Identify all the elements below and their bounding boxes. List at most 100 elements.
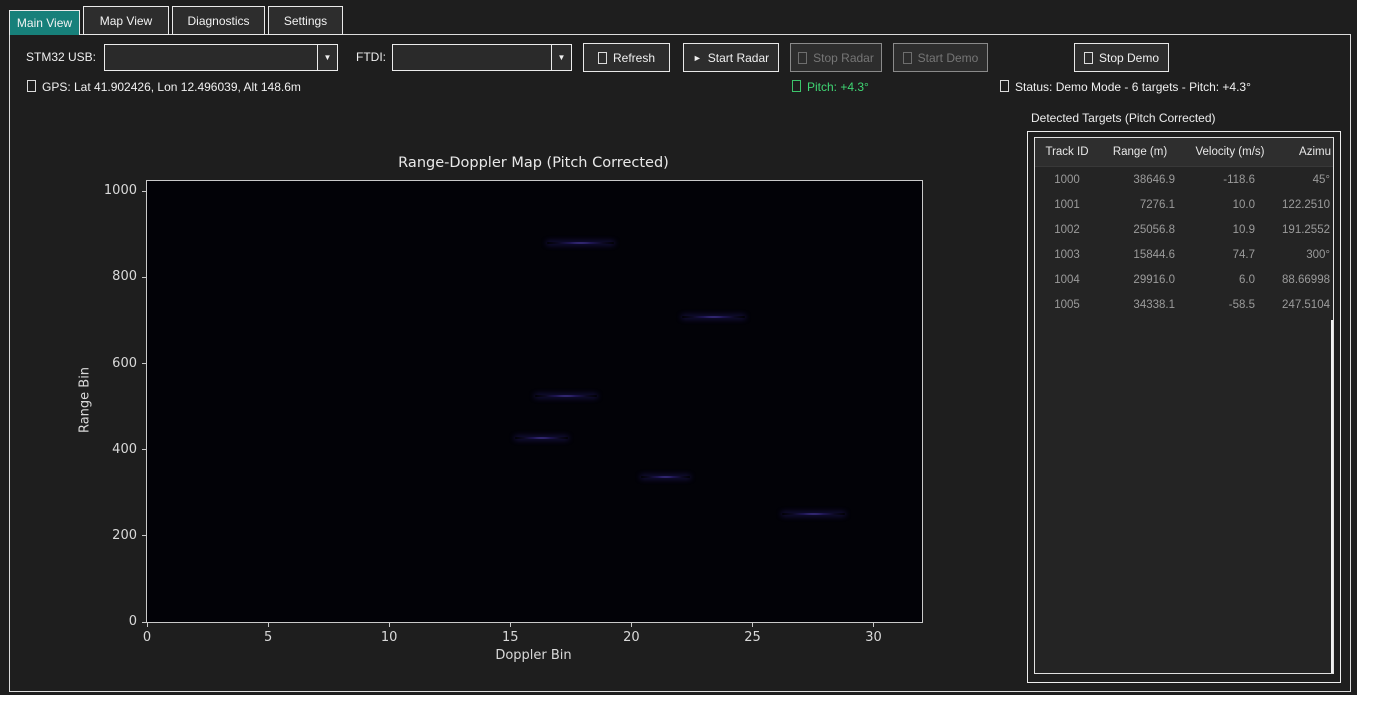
table-scrollbar[interactable]: [1331, 320, 1333, 673]
x-tick-mark: [268, 623, 269, 627]
start-radar-button[interactable]: ► Start Radar: [683, 43, 779, 72]
x-tick-mark: [631, 623, 632, 627]
x-tick-label: 20: [611, 630, 651, 645]
y-tick-mark: [142, 191, 146, 192]
chevron-down-icon[interactable]: ▼: [317, 45, 337, 70]
x-tick-label: 15: [490, 630, 530, 645]
y-tick-label: 800: [91, 269, 137, 284]
table-cell: 88.66998: [1279, 274, 1333, 286]
table-cell: 10.0: [1181, 199, 1279, 211]
x-tick-label: 5: [248, 630, 288, 645]
table-row[interactable]: 100534338.1-58.5247.5104: [1035, 292, 1333, 317]
y-tick-mark: [142, 449, 146, 450]
y-tick-label: 1000: [91, 183, 137, 198]
tab-map-view-label: Map View: [100, 14, 152, 28]
x-tick-label: 25: [732, 630, 772, 645]
y-tick-mark: [142, 363, 146, 364]
stm32-usb-combobox[interactable]: ▼: [104, 44, 338, 71]
table-cell: 1005: [1035, 299, 1099, 311]
radar-target-streak: [547, 242, 615, 244]
x-tick-mark: [389, 623, 390, 627]
tab-diagnostics[interactable]: Diagnostics: [172, 6, 265, 35]
stm32-usb-combobox-value: [105, 45, 317, 70]
dropdown-arrow-glyph: ▼: [324, 53, 332, 62]
column-header-azimuth[interactable]: Azimu: [1279, 146, 1333, 158]
start-demo-button[interactable]: Start Demo: [893, 43, 988, 72]
y-tick-label: 400: [91, 442, 137, 457]
pitch-indicator: Pitch: +4.3°: [792, 80, 869, 94]
table-cell: 122.2510: [1279, 199, 1333, 211]
start-demo-button-label: Start Demo: [918, 51, 979, 65]
page: Main View Map View Diagnostics Settings …: [0, 0, 1380, 716]
ftdi-combobox[interactable]: ▼: [392, 44, 572, 71]
y-tick-mark: [142, 535, 146, 536]
chevron-down-icon[interactable]: ▼: [551, 45, 571, 70]
table-cell: 7276.1: [1099, 199, 1181, 211]
x-tick-mark: [510, 623, 511, 627]
range-doppler-chart: Range-Doppler Map (Pitch Corrected) Rang…: [20, 100, 1015, 690]
y-tick-mark: [142, 277, 146, 278]
x-tick-mark: [873, 623, 874, 627]
play-icon: ►: [693, 53, 702, 63]
app-status-text: Status: Demo Mode - 6 targets - Pitch: +…: [1015, 80, 1251, 94]
stop-icon: [798, 52, 807, 64]
dropdown-arrow-glyph: ▼: [558, 53, 566, 62]
tab-diagnostics-label: Diagnostics: [187, 14, 249, 28]
tab-map-view[interactable]: Map View: [83, 6, 169, 35]
column-header-track-id[interactable]: Track ID: [1035, 146, 1099, 158]
refresh-button-label: Refresh: [613, 51, 655, 65]
satellite-icon: [27, 80, 36, 92]
table-cell: 10.9: [1181, 224, 1279, 236]
stm32-usb-label: STM32 USB:: [26, 50, 96, 64]
tab-bar: Main View Map View Diagnostics Settings: [9, 5, 346, 35]
demo-icon: [903, 52, 912, 64]
table-cell: 1003: [1035, 249, 1099, 261]
table-row[interactable]: 100315844.674.7300°: [1035, 242, 1333, 267]
status-icon: [1000, 80, 1009, 92]
table-cell: 25056.8: [1099, 224, 1181, 236]
x-tick-label: 30: [854, 630, 894, 645]
targets-table[interactable]: Track ID Range (m) Velocity (m/s) Azimu …: [1034, 137, 1334, 674]
table-cell: 38646.9: [1099, 174, 1181, 186]
column-header-range[interactable]: Range (m): [1099, 146, 1181, 158]
table-cell: 191.2552: [1279, 224, 1333, 236]
table-row[interactable]: 100429916.06.088.66998: [1035, 267, 1333, 292]
y-tick-label: 600: [91, 356, 137, 371]
targets-table-body: 100038646.9-118.645°10017276.110.0122.25…: [1035, 167, 1333, 317]
x-tick-label: 10: [369, 630, 409, 645]
targets-table-header: Track ID Range (m) Velocity (m/s) Azimu: [1035, 138, 1333, 167]
ftdi-label: FTDI:: [356, 50, 386, 64]
table-row[interactable]: 10017276.110.0122.2510: [1035, 192, 1333, 217]
gps-status: GPS: Lat 41.902426, Lon 12.496039, Alt 1…: [27, 80, 301, 94]
stop-radar-button[interactable]: Stop Radar: [790, 43, 882, 72]
radar-target-streak: [641, 476, 689, 478]
chart-title: Range-Doppler Map (Pitch Corrected): [146, 155, 921, 171]
table-cell: -58.5: [1181, 299, 1279, 311]
x-tick-mark: [752, 623, 753, 627]
radar-app-window: Main View Map View Diagnostics Settings …: [0, 0, 1357, 695]
start-radar-button-label: Start Radar: [708, 51, 769, 65]
table-cell: 74.7: [1181, 249, 1279, 261]
radar-target-streak: [682, 316, 745, 318]
targets-groupbox: Track ID Range (m) Velocity (m/s) Azimu …: [1027, 131, 1341, 683]
range-doppler-heatmap[interactable]: 05101520253002004006008001000: [146, 180, 923, 623]
tab-settings[interactable]: Settings: [268, 6, 343, 35]
x-axis-label: Doppler Bin: [146, 648, 921, 663]
table-cell: 300°: [1279, 249, 1333, 261]
table-cell: 247.5104: [1279, 299, 1333, 311]
gps-status-text: GPS: Lat 41.902426, Lon 12.496039, Alt 1…: [42, 80, 301, 94]
tab-main-view[interactable]: Main View: [9, 10, 80, 35]
table-cell: 1000: [1035, 174, 1099, 186]
refresh-button[interactable]: Refresh: [583, 43, 670, 72]
stop-demo-button[interactable]: Stop Demo: [1074, 43, 1169, 72]
table-row[interactable]: 100225056.810.9191.2552: [1035, 217, 1333, 242]
refresh-icon: [598, 52, 607, 64]
radar-target-streak: [782, 513, 845, 515]
tab-settings-label: Settings: [284, 14, 327, 28]
y-axis-label: Range Bin: [78, 367, 93, 433]
table-row[interactable]: 100038646.9-118.645°: [1035, 167, 1333, 192]
table-cell: 1002: [1035, 224, 1099, 236]
column-header-velocity[interactable]: Velocity (m/s): [1181, 146, 1279, 158]
y-tick-label: 0: [91, 614, 137, 629]
x-tick-mark: [147, 623, 148, 627]
